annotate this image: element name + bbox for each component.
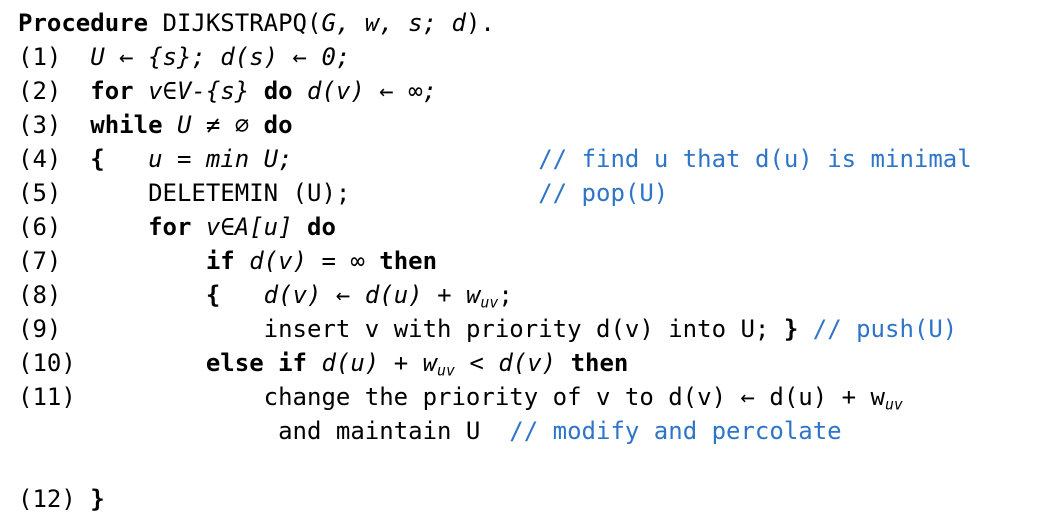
procedure-args: G, w, s; d <box>321 9 466 37</box>
line-6-iter: v∈A[u] <box>205 213 293 241</box>
subscript-uv: uv <box>480 293 499 312</box>
comment-line-5: // pop(U) <box>538 179 669 207</box>
do-keyword: do <box>263 111 293 139</box>
line-8-end: ; <box>498 281 513 309</box>
procedure-args-open: ( <box>307 9 322 37</box>
line-10-cond-b: < d(v) <box>454 349 557 377</box>
comment-line-11: // modify and percolate <box>509 417 842 445</box>
code-line-3: (3) while U ≠ ∅ do <box>18 108 972 142</box>
line-number: (9) <box>18 315 62 343</box>
open-brace: { <box>90 145 105 173</box>
while-keyword: while <box>90 111 163 139</box>
code-line-5: (5) DELETEMIN (U); // pop(U) <box>18 176 972 210</box>
line-5-code: DELETEMIN (U); <box>148 179 351 207</box>
line-number: (3) <box>18 111 62 139</box>
procedure-header: Procedure DIJKSTRAPQ(G, w, s; d). <box>18 6 972 40</box>
code-line-6: (6) for v∈A[u] do <box>18 210 972 244</box>
line-number: (11) <box>18 383 76 411</box>
line-number: (2) <box>18 77 62 105</box>
line-number: (10) <box>18 349 76 377</box>
line-1-code: U ← {s}; d(s) ← 0; <box>90 43 351 71</box>
line-number: (7) <box>18 247 62 275</box>
line-10-cond-a: d(u) + w <box>321 349 438 377</box>
code-line-7: (7) if d(v) = ∞ then <box>18 244 972 278</box>
do-keyword: do <box>307 213 336 241</box>
line-number: (1) <box>18 43 62 71</box>
for-keyword: for <box>148 213 192 241</box>
procedure-args-close: ). <box>465 9 495 37</box>
line-number: (5) <box>18 179 62 207</box>
comment-line-9: // push(U) <box>812 315 958 343</box>
then-keyword: then <box>570 349 629 377</box>
do-keyword: do <box>263 77 293 105</box>
subscript-uv: uv <box>437 361 455 380</box>
line-2-iter: v∈V-{s} <box>148 77 250 105</box>
subscript-uv: uv <box>884 395 903 414</box>
pseudocode-block: Procedure DIJKSTRAPQ(G, w, s; d). (1) U … <box>18 6 972 516</box>
line-number: (8) <box>18 281 62 309</box>
else-if-keyword: else if <box>205 349 307 377</box>
code-line-11: (11) change the priority of v to d(v) ← … <box>18 380 972 414</box>
line-11-cont: and maintain U <box>278 417 481 445</box>
comment-line-4: // find u that d(u) is minimal <box>538 145 972 173</box>
procedure-keyword: Procedure <box>18 9 149 37</box>
code-line-12: (12) } <box>18 482 972 516</box>
code-line-8: (8) { d(v) ← d(u) + wuv; <box>18 278 972 312</box>
then-keyword: then <box>379 247 438 275</box>
line-11-code: change the priority of v to d(v) ← d(u) … <box>263 383 885 411</box>
for-keyword: for <box>90 77 134 105</box>
code-line-11-continued: and maintain U // modify and percolate <box>18 414 972 482</box>
line-8-code: d(v) ← d(u) + w <box>263 281 481 309</box>
if-keyword: if <box>205 247 235 275</box>
line-4-code: u = min U; <box>148 145 293 173</box>
line-9-code: insert v with priority d(v) into U; <box>263 315 770 343</box>
open-brace: { <box>205 281 221 309</box>
line-2-body: d(v) ← ∞; <box>307 77 438 105</box>
code-line-1: (1) U ← {s}; d(s) ← 0; <box>18 40 972 74</box>
procedure-name: DIJKSTRAPQ <box>162 9 308 37</box>
close-brace: } <box>783 315 799 343</box>
code-line-10: (10) else if d(u) + wuv < d(v) then <box>18 346 972 380</box>
line-3-cond: U ≠ ∅ <box>176 111 250 139</box>
line-7-cond: d(v) = ∞ <box>249 247 365 275</box>
code-line-9: (9) insert v with priority d(v) into U; … <box>18 312 972 346</box>
code-line-2: (2) for v∈V-{s} do d(v) ← ∞; <box>18 74 972 108</box>
line-number: (6) <box>18 213 62 241</box>
line-number: (4) <box>18 145 62 173</box>
code-line-4: (4) { u = min U; // find u that d(u) is … <box>18 142 972 176</box>
